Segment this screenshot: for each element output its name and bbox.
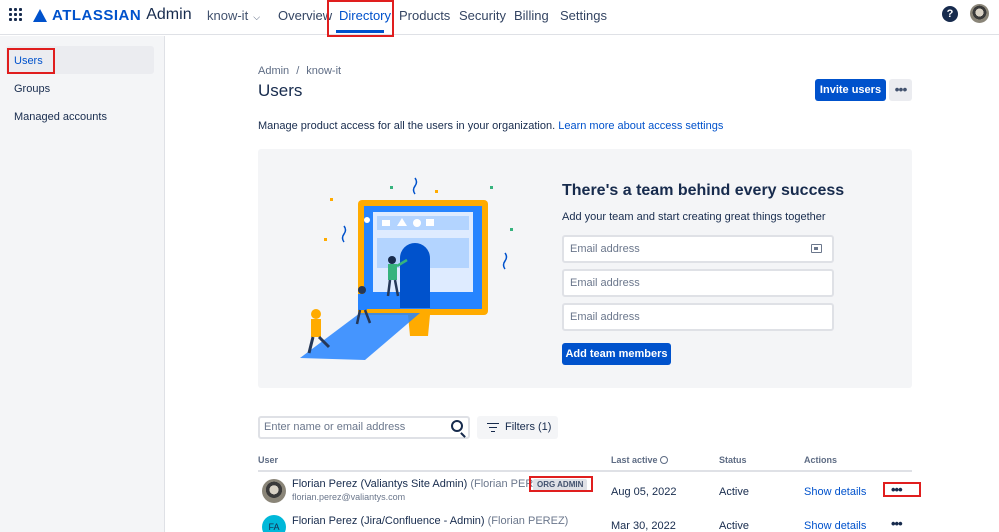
chevron-down-icon: ⌵ bbox=[253, 12, 261, 22]
table-header-divider bbox=[258, 470, 912, 472]
status-row-1: Active bbox=[719, 486, 749, 498]
user-display-name: Florian Perez (Jira/Confluence - Admin) bbox=[292, 515, 485, 527]
column-header-last-active: Last active bbox=[611, 455, 669, 465]
email-field-1[interactable]: Email address bbox=[562, 235, 834, 263]
info-icon[interactable] bbox=[660, 456, 669, 464]
app-switcher-icon[interactable] bbox=[9, 8, 22, 21]
add-team-members-button[interactable]: Add team members bbox=[562, 343, 671, 365]
contact-card-icon bbox=[811, 244, 822, 253]
logo-product: Admin bbox=[146, 6, 192, 23]
tab-security[interactable]: Security bbox=[459, 8, 506, 23]
breadcrumb: Admin / know-it bbox=[258, 65, 342, 77]
highlight-org-admin-badge bbox=[529, 476, 593, 492]
atlassian-logo[interactable]: ATLASSIAN Admin bbox=[33, 6, 192, 24]
team-illustration bbox=[300, 177, 513, 360]
user-display-name: Florian Perez (Valiantys Site Admin) bbox=[292, 478, 468, 490]
user-name-row-2[interactable]: Florian Perez (Jira/Confluence - Admin) … bbox=[292, 515, 568, 527]
email-field-2[interactable]: Email address bbox=[562, 269, 834, 297]
email-placeholder: Email address bbox=[570, 277, 640, 289]
promo-subtitle: Add your team and start creating great t… bbox=[562, 211, 826, 223]
tab-overview[interactable]: Overview bbox=[278, 8, 332, 23]
tab-products[interactable]: Products bbox=[399, 8, 450, 23]
breadcrumb-admin[interactable]: Admin bbox=[258, 65, 289, 77]
user-alias: (Florian PEREZ) bbox=[487, 515, 569, 527]
user-avatar[interactable] bbox=[970, 4, 989, 23]
highlight-row-more-button bbox=[883, 482, 921, 497]
last-active-row-1: Aug 05, 2022 bbox=[611, 486, 677, 498]
filters-label: Filters (1) bbox=[505, 421, 552, 433]
description-text: Manage product access for all the users … bbox=[258, 120, 556, 132]
email-field-3[interactable]: Email address bbox=[562, 303, 834, 331]
atlassian-logo-icon bbox=[33, 8, 47, 22]
user-avatar-row-2: FA bbox=[262, 515, 286, 532]
last-active-row-2: Mar 30, 2022 bbox=[611, 520, 676, 532]
user-email-row-1: florian.perez@valiantys.com bbox=[292, 492, 406, 502]
tab-billing[interactable]: Billing bbox=[514, 8, 549, 23]
email-placeholder: Email address bbox=[570, 311, 640, 323]
search-icon[interactable] bbox=[451, 420, 463, 432]
logo-text: ATLASSIAN bbox=[52, 6, 142, 24]
breadcrumb-org[interactable]: know-it bbox=[306, 65, 341, 77]
more-actions-button[interactable]: ••• bbox=[889, 79, 912, 101]
user-name-row-1[interactable]: Florian Perez (Valiantys Site Admin) (Fl… bbox=[292, 478, 551, 490]
learn-more-link[interactable]: Learn more about access settings bbox=[558, 120, 723, 132]
show-details-link-row-1[interactable]: Show details bbox=[804, 486, 866, 498]
email-placeholder: Email address bbox=[570, 243, 640, 255]
user-avatar-row-1 bbox=[262, 479, 286, 503]
search-placeholder: Enter name or email address bbox=[264, 421, 406, 433]
row-more-button-2[interactable]: ••• bbox=[891, 516, 903, 531]
sidebar-item-managed-accounts[interactable]: Managed accounts bbox=[14, 111, 107, 123]
status-row-2: Active bbox=[719, 520, 749, 532]
filters-button[interactable]: Filters (1) bbox=[477, 416, 558, 439]
column-header-status: Status bbox=[719, 455, 747, 465]
highlight-directory-tab bbox=[327, 0, 394, 37]
sidebar: Users Groups Managed accounts bbox=[0, 36, 165, 532]
promo-title: There's a team behind every success bbox=[562, 182, 845, 199]
page-title: Users bbox=[258, 81, 303, 100]
column-header-actions: Actions bbox=[804, 455, 838, 465]
search-input[interactable]: Enter name or email address bbox=[258, 416, 470, 439]
column-header-user: User bbox=[258, 455, 279, 465]
org-name: know-it bbox=[207, 8, 249, 23]
highlight-users-item bbox=[7, 48, 55, 74]
filter-icon bbox=[487, 422, 499, 433]
tab-settings[interactable]: Settings bbox=[560, 8, 607, 23]
top-nav: ATLASSIAN Admin know-it ⌵ Overview Direct… bbox=[0, 0, 999, 35]
show-details-link-row-2[interactable]: Show details bbox=[804, 520, 866, 532]
invite-users-button[interactable]: Invite users bbox=[815, 79, 886, 101]
sidebar-item-groups[interactable]: Groups bbox=[14, 83, 50, 95]
help-icon[interactable]: ? bbox=[942, 6, 958, 22]
page-description: Manage product access for all the users … bbox=[258, 120, 723, 132]
org-switcher[interactable]: know-it ⌵ bbox=[207, 8, 260, 23]
last-active-label: Last active bbox=[611, 455, 658, 465]
